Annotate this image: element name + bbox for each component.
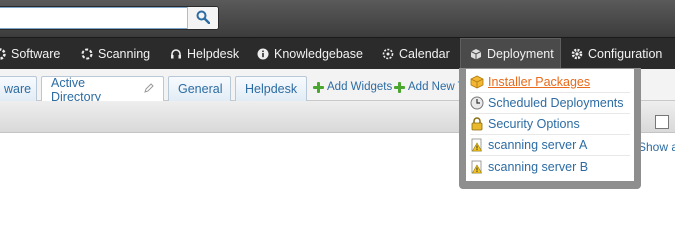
plus-icon [313, 81, 324, 93]
nav-item-label: Deployment [487, 47, 554, 61]
nav-item-label: Software [11, 46, 61, 61]
warning-document-icon [470, 138, 484, 152]
deployment-menu-list: Installer Packages Scheduled Deployments… [466, 69, 634, 181]
menu-item-label: Security Options [488, 117, 580, 131]
add-widgets-link[interactable]: Add Widgets [313, 81, 392, 93]
tab-software[interactable]: ware [0, 76, 37, 101]
menu-item-scanning-server-a[interactable]: scanning server A [470, 135, 630, 156]
nav-item-label: Scanning [98, 46, 151, 61]
warning-document-icon [470, 160, 484, 174]
nav-item-scanning[interactable]: Scanning [81, 38, 150, 69]
pencil-icon[interactable] [144, 83, 154, 96]
menu-item-scanning-server-b[interactable]: scanning server B [470, 156, 630, 177]
tab-label: Helpdesk [245, 82, 298, 96]
main-nav: Software Scanning Helpdesk Knowledgebase… [0, 37, 675, 69]
search-icon [196, 10, 211, 27]
software-icon [0, 47, 6, 60]
add-widgets-label: Add Widgets [327, 81, 393, 93]
tab-label: ware [4, 82, 32, 96]
helpdesk-icon [170, 48, 182, 60]
tab-helpdesk[interactable]: Helpdesk [235, 76, 307, 101]
tab-general[interactable]: General [168, 76, 231, 101]
nav-item-calendar[interactable]: Calendar [382, 38, 450, 69]
nav-item-helpdesk[interactable]: Helpdesk [170, 38, 239, 69]
scanning-icon [81, 48, 93, 60]
nav-item-software[interactable]: Software [0, 38, 60, 69]
search-button[interactable] [187, 7, 218, 29]
menu-item-installer-packages[interactable]: Installer Packages [470, 72, 630, 93]
package-icon [470, 75, 484, 89]
search-box [0, 6, 219, 30]
nav-item-label: Helpdesk [187, 46, 240, 61]
menu-item-label: Installer Packages [488, 75, 591, 89]
deployment-icon [470, 48, 482, 60]
clock-icon [470, 96, 484, 110]
nav-item-configuration[interactable]: Configuration [571, 38, 662, 69]
gear-icon [571, 48, 583, 60]
menu-item-label: scanning server A [488, 138, 588, 152]
top-bar [0, 0, 675, 37]
deployment-dropdown: Installer Packages Scheduled Deployments… [459, 68, 641, 189]
nav-item-label: Knowledgebase [274, 46, 363, 61]
menu-item-scheduled-deployments[interactable]: Scheduled Deployments [470, 93, 630, 114]
calendar-icon [382, 48, 394, 60]
plus-icon [394, 81, 405, 93]
nav-item-knowledgebase[interactable]: Knowledgebase [257, 38, 363, 69]
menu-item-label: scanning server B [488, 159, 589, 174]
show-link[interactable]: Show a [638, 140, 675, 154]
nav-item-label: Calendar [399, 46, 450, 61]
search-input[interactable] [0, 7, 190, 29]
widget-settings-icon[interactable] [655, 115, 669, 129]
menu-item-security-options[interactable]: Security Options [470, 114, 630, 135]
lock-icon [470, 117, 484, 131]
menu-item-label: Scheduled Deployments [488, 96, 624, 110]
tab-label: Active Directory [51, 75, 102, 104]
nav-item-label: Configuration [588, 46, 663, 61]
tab-active-directory[interactable]: Active Directory [41, 75, 164, 104]
info-icon [257, 48, 269, 60]
nav-item-deployment[interactable]: Deployment [460, 38, 561, 69]
tab-label: General [178, 82, 223, 96]
